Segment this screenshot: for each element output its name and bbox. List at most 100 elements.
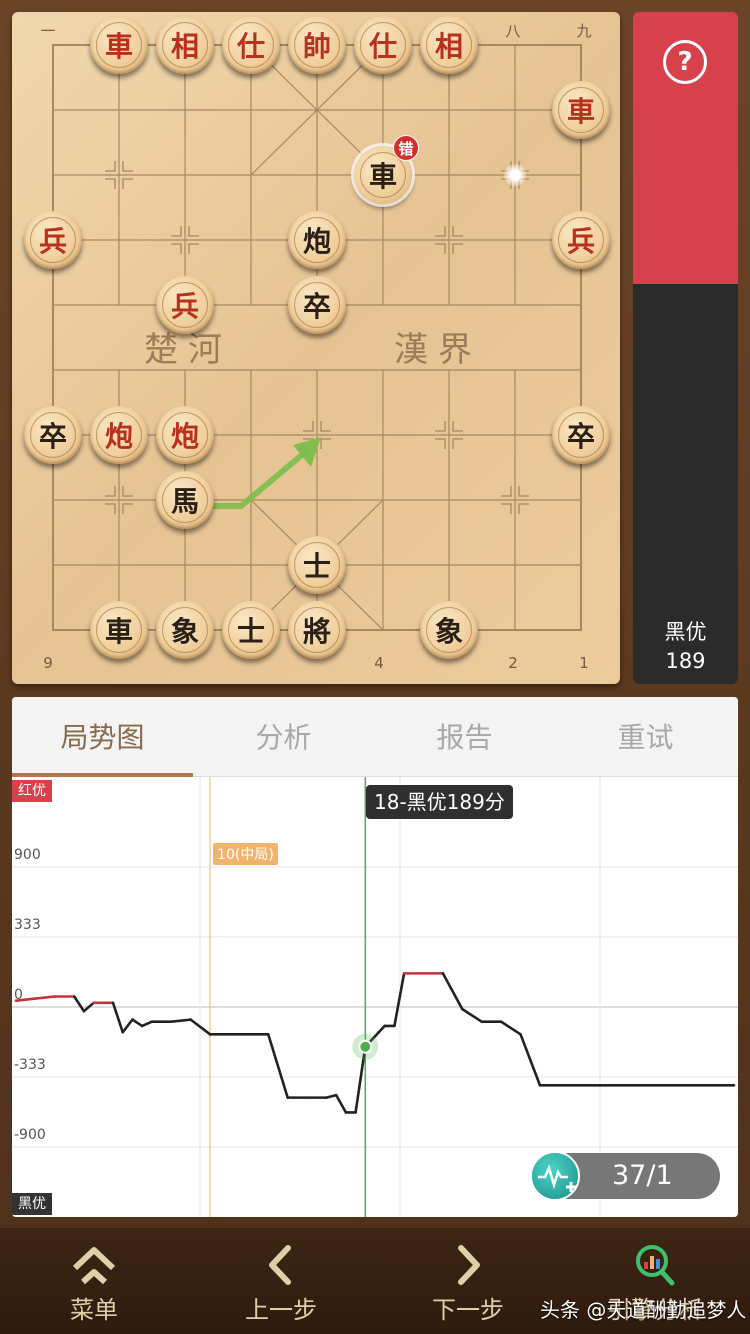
y-tick-label: 900 xyxy=(14,847,41,863)
position-marker xyxy=(122,486,133,497)
series-segment xyxy=(325,1093,338,1099)
nav-next-step[interactable]: 下一步 xyxy=(393,1228,543,1334)
series-segment xyxy=(121,1018,134,1034)
red-piece[interactable]: 帥 xyxy=(288,16,346,74)
black-piece[interactable]: 將 xyxy=(288,601,346,659)
tab-analysis[interactable]: 分析 xyxy=(193,697,374,777)
series-segment xyxy=(461,1007,484,1024)
black-piece[interactable]: 士 xyxy=(222,601,280,659)
chart-canvas[interactable] xyxy=(12,777,738,1217)
xiangqi-board[interactable]: 一 八 九 9 4 2 1 楚河 漢界 車相仕帥仕相車車兵炮兵兵卒卒炮炮卒馬士車… xyxy=(12,12,620,684)
black-piece[interactable]: 士 xyxy=(288,536,346,594)
piece-char: 卒 xyxy=(566,420,595,453)
red-piece[interactable]: 車 xyxy=(552,81,610,139)
menu-chevron-icon xyxy=(72,1247,116,1285)
position-marker xyxy=(452,226,463,237)
evaluation-bar: ? 黑优 189 xyxy=(633,12,738,684)
black-piece[interactable]: 象 xyxy=(156,601,214,659)
position-marker xyxy=(320,421,331,432)
move-counter[interactable]: 37/1 xyxy=(530,1151,720,1201)
red-piece[interactable]: 兵 xyxy=(24,211,82,269)
position-marker xyxy=(518,486,529,497)
red-piece[interactable]: 仕 xyxy=(222,16,280,74)
red-piece[interactable]: 兵 xyxy=(552,211,610,269)
red-piece[interactable]: 炮 xyxy=(156,406,214,464)
position-marker xyxy=(435,243,446,254)
tab-bar: 局势图 分析 报告 重试 xyxy=(12,697,738,777)
series-segment xyxy=(169,1018,192,1024)
position-marker xyxy=(501,503,512,514)
red-piece[interactable]: 兵 xyxy=(156,276,214,334)
black-piece[interactable]: 卒 xyxy=(288,276,346,334)
river-text-han: 漢界 xyxy=(394,330,482,370)
series-segment xyxy=(34,995,57,1000)
piece-char: 將 xyxy=(302,615,331,648)
wrong-move-badge: 错 xyxy=(393,135,419,161)
piece-char: 相 xyxy=(434,30,463,63)
position-marker xyxy=(105,486,116,497)
file-label-bottom-9: 9 xyxy=(43,654,53,672)
search-chart-icon xyxy=(636,1245,675,1286)
nav-prev-step[interactable]: 上一步 xyxy=(206,1228,356,1334)
piece-char: 馬 xyxy=(170,485,199,518)
piece-char: 兵 xyxy=(170,290,199,323)
red-piece[interactable]: 相 xyxy=(156,16,214,74)
eval-side-label: 黑优 xyxy=(664,620,707,644)
piece-char: 車 xyxy=(104,30,133,63)
series-segment xyxy=(499,1020,522,1036)
nav-next-label: 下一步 xyxy=(432,1296,504,1324)
red-piece[interactable]: 車 xyxy=(90,16,148,74)
series-segment xyxy=(266,1033,289,1099)
waveform-add-icon[interactable] xyxy=(530,1151,580,1201)
black-piece[interactable]: 炮 xyxy=(288,211,346,269)
piece-char: 炮 xyxy=(302,225,331,258)
position-marker xyxy=(122,178,133,189)
nav-prev-label: 上一步 xyxy=(245,1296,317,1324)
position-marker xyxy=(171,243,182,254)
move-counter-text: 37/1 xyxy=(612,1160,673,1191)
position-marker xyxy=(105,178,116,189)
file-label-bottom-2: 2 xyxy=(508,654,518,672)
series-segment xyxy=(519,1033,542,1087)
y-tick-label: 0 xyxy=(14,987,23,1003)
chevron-left-icon xyxy=(269,1245,291,1285)
black-piece[interactable]: 象 xyxy=(420,601,478,659)
file-label-top-1: 一 xyxy=(40,22,56,40)
tab-retry[interactable]: 重试 xyxy=(555,697,736,777)
black-piece[interactable]: 車 xyxy=(90,601,148,659)
black-piece[interactable]: 卒 xyxy=(552,406,610,464)
piece-char: 卒 xyxy=(38,420,67,453)
red-piece[interactable]: 仕 xyxy=(354,16,412,74)
app-root: 一 八 九 9 4 2 1 楚河 漢界 車相仕帥仕相車車兵炮兵兵卒卒炮炮卒馬士車… xyxy=(0,0,750,1334)
piece-char: 仕 xyxy=(236,30,265,63)
position-marker xyxy=(171,226,182,237)
file-label-top-9: 九 xyxy=(576,22,592,40)
red-piece[interactable]: 相 xyxy=(420,16,478,74)
help-button[interactable]: ? xyxy=(663,40,707,84)
eval-score: 189 xyxy=(665,649,706,673)
position-marker xyxy=(452,421,463,432)
series-segment xyxy=(72,995,86,1013)
cursor-tooltip: 18-黑优189分 xyxy=(366,785,513,819)
nav-menu[interactable]: 菜单 xyxy=(19,1228,169,1334)
move-target-dot[interactable] xyxy=(504,164,526,186)
piece-char: 車 xyxy=(368,160,397,193)
piece-char: 車 xyxy=(104,615,133,648)
piece-char: 士 xyxy=(302,550,331,583)
series-segment xyxy=(441,972,464,1011)
tab-report[interactable]: 报告 xyxy=(374,697,555,777)
tab-situation-chart[interactable]: 局势图 xyxy=(12,697,193,777)
black-piece[interactable]: 卒 xyxy=(24,406,82,464)
piece-char: 車 xyxy=(566,95,595,128)
piece-char: 仕 xyxy=(368,30,397,63)
eval-readout: 黑优 189 xyxy=(633,618,738,676)
y-tick-label: -900 xyxy=(14,1127,46,1143)
situation-chart[interactable]: 900 333 0 -333 -900 红优 黑优 10(中局) 18-黑优189分 3… xyxy=(12,777,738,1217)
position-marker xyxy=(435,226,446,237)
black-piece[interactable]: 馬 xyxy=(156,471,214,529)
red-piece[interactable]: 炮 xyxy=(90,406,148,464)
position-marker xyxy=(320,438,331,449)
position-marker xyxy=(105,503,116,514)
black-advantage-label: 黑优 xyxy=(12,1193,52,1215)
position-marker xyxy=(452,438,463,449)
